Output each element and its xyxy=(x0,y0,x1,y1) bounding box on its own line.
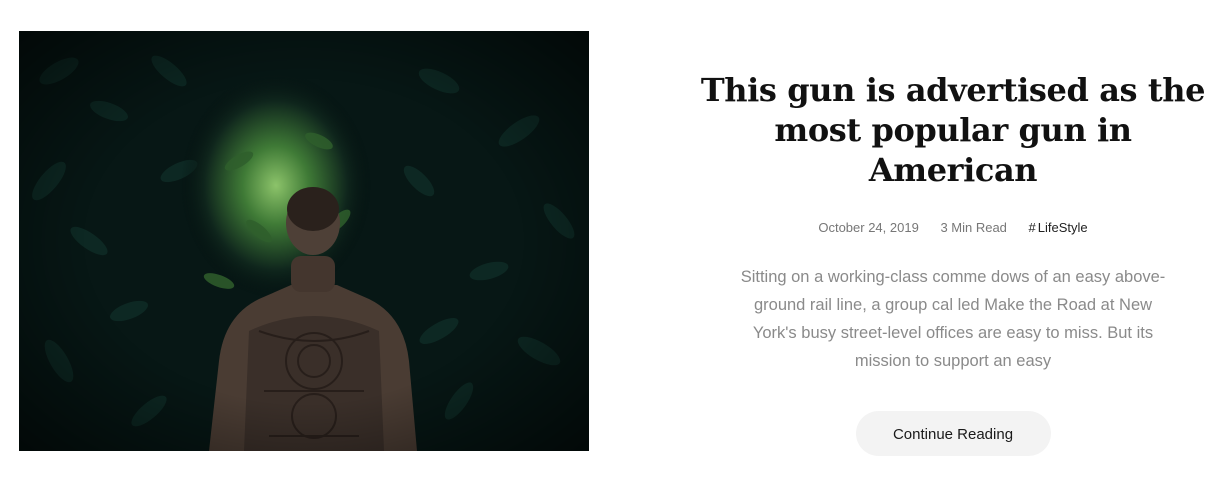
post-thumbnail-image[interactable] xyxy=(19,31,589,451)
post-category[interactable]: # LifeStyle xyxy=(1029,220,1088,235)
post-title[interactable]: This gun is advertised as the most popul… xyxy=(700,60,1206,190)
post-title-line[interactable]: most popular gun in American xyxy=(700,110,1206,190)
post-content: This gun is advertised as the most popul… xyxy=(700,60,1206,456)
excerpt-line: Sitting on a working-class comme dows of… xyxy=(740,268,1166,286)
post-date: October 24, 2019 xyxy=(818,220,919,235)
continue-reading-button[interactable]: Continue Reading xyxy=(855,411,1051,456)
blog-post-card: This gun is advertised as the most popul… xyxy=(0,0,1224,485)
post-title-line[interactable]: This gun is advertised as the xyxy=(700,70,1206,110)
hash-icon: # xyxy=(1028,220,1036,235)
category-link[interactable]: LifeStyle xyxy=(1038,220,1088,235)
excerpt-line: ground rail line, a group cal led Make t… xyxy=(753,296,1153,314)
excerpt-line: mission to support an easy xyxy=(854,352,1052,370)
excerpt-line: York's busy street-level offices are eas… xyxy=(752,324,1154,342)
tattooed-man-in-forest-photo xyxy=(19,31,589,451)
post-meta: October 24, 2019 3 Min Read # LifeStyle xyxy=(700,220,1206,235)
post-read-time: 3 Min Read xyxy=(940,220,1007,235)
post-excerpt: Sitting on a working-class comme dows of… xyxy=(713,263,1193,375)
